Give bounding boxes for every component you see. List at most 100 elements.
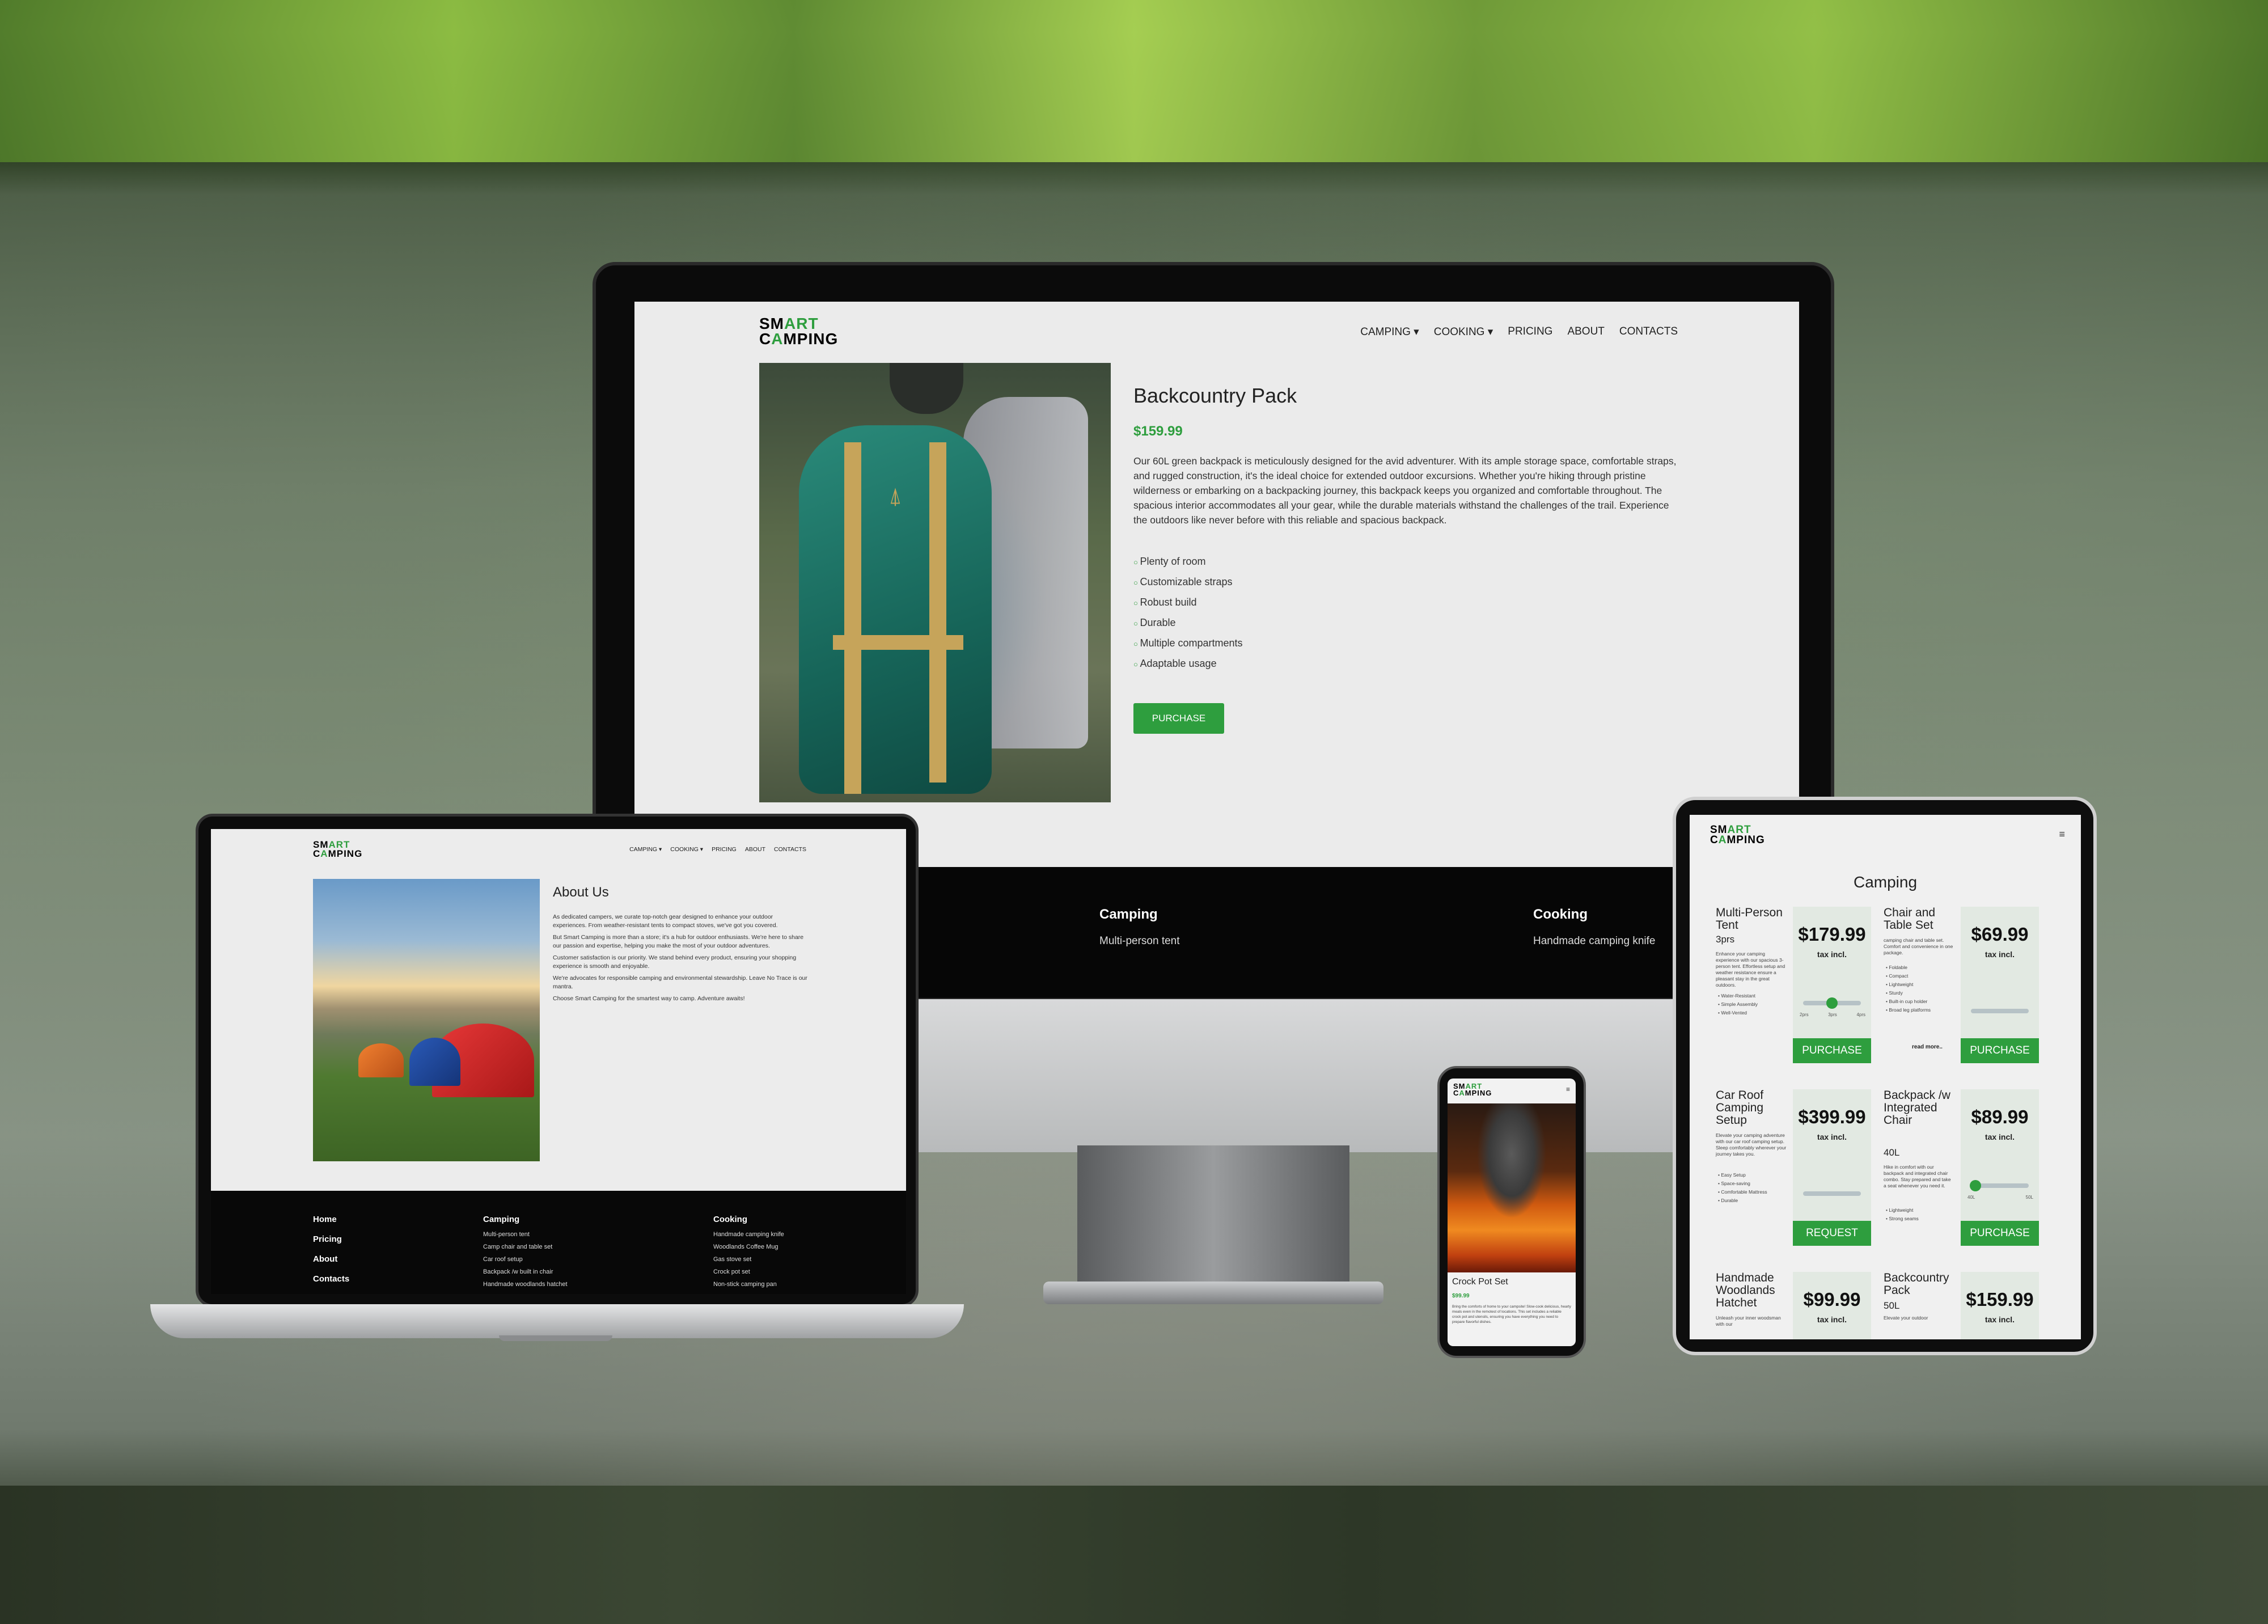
footer-link[interactable]: Multi-person tent xyxy=(1099,935,1180,948)
site-logo[interactable]: SMART CAMPING xyxy=(1453,1082,1492,1097)
card-price: $69.99 xyxy=(1971,924,2029,945)
card-feature: Simple Assembly xyxy=(1718,1000,1789,1009)
footer-link[interactable]: Car roof setup xyxy=(483,1256,568,1268)
tablet: SMART CAMPING ≡ Camping Multi-Person Ten… xyxy=(1673,797,2097,1355)
footer-link-pricing[interactable]: Pricing xyxy=(313,1234,349,1254)
card-feature: Well-Vented xyxy=(1718,1009,1789,1017)
size-slider[interactable] xyxy=(1803,1191,1861,1196)
footer-link[interactable]: Camp chair and table set xyxy=(483,1244,568,1256)
purchase-button[interactable]: PURCHASE xyxy=(1961,1038,2039,1063)
nav-about[interactable]: ABOUT xyxy=(1567,325,1604,339)
card-variant: 40L xyxy=(1884,1147,1900,1158)
feature-item: Customizable straps xyxy=(1133,576,1243,597)
product-card-multi-person-tent: Multi-Person Tent 3prs Enhance your camp… xyxy=(1710,907,1880,1077)
tablet-screen: SMART CAMPING ≡ Camping Multi-Person Ten… xyxy=(1690,815,2081,1339)
card-description: Elevate your outdoor xyxy=(1884,1315,1928,1321)
footer-link-about[interactable]: About xyxy=(313,1254,349,1274)
site-header: SMART CAMPING CAMPING ▾ COOKING ▾ PRICIN… xyxy=(313,838,806,861)
card-price-box: $399.99 tax incl. REQUEST xyxy=(1793,1089,1871,1246)
card-feature: Compact xyxy=(1886,972,1957,980)
size-slider[interactable] xyxy=(1803,997,1861,1009)
card-feature: Durable xyxy=(1718,1196,1789,1205)
nav-about[interactable]: ABOUT xyxy=(745,846,765,853)
card-name: Backpack /w Integrated Chair xyxy=(1884,1089,1950,1127)
feature-item: Multiple compartments xyxy=(1133,637,1242,658)
footer-link[interactable]: Handmade camping knife xyxy=(1533,935,1655,948)
footer-link[interactable]: Multi-person tent xyxy=(483,1231,568,1244)
nav-cooking[interactable]: COOKING ▾ xyxy=(670,846,703,853)
nav-pricing[interactable]: PRICING xyxy=(712,846,737,853)
size-slider[interactable] xyxy=(1971,1009,2029,1013)
slider-knob[interactable] xyxy=(1970,1180,1981,1191)
footer-link[interactable]: Non-stick camping pan xyxy=(713,1281,784,1293)
footer-cooking: Cooking Handmade camping knife xyxy=(1533,907,1655,948)
card-variant: 3prs xyxy=(1716,934,1735,945)
card-description: Enhance your camping experience with our… xyxy=(1716,951,1785,988)
feature-item: Plenty of room xyxy=(1133,556,1243,576)
card-price: $399.99 xyxy=(1798,1106,1866,1127)
footer-cooking: Cooking Handmade camping knife Woodlands… xyxy=(713,1215,784,1293)
card-feature: Lightweight xyxy=(1886,1206,1957,1215)
hamburger-menu-icon[interactable]: ≡ xyxy=(2059,828,2065,840)
footer-link-contacts[interactable]: Contacts xyxy=(313,1274,349,1294)
about-title: About Us xyxy=(553,885,609,900)
footer-link[interactable]: Crock pot set xyxy=(713,1268,784,1281)
card-feature: Built-in cup holder xyxy=(1886,997,1957,1006)
monitor-stand-base xyxy=(1043,1282,1383,1304)
slider-knob[interactable] xyxy=(1826,997,1838,1009)
card-feature: Space-saving xyxy=(1718,1179,1789,1188)
card-price-box: $179.99 tax incl. 2prs 3prs 4prs PURCHAS… xyxy=(1793,907,1871,1063)
category-title: Camping xyxy=(1853,873,1918,891)
purchase-button[interactable]: PURCHASE xyxy=(1961,1221,2039,1246)
footer-link[interactable]: Woodlands Coffee Mug xyxy=(713,1244,784,1256)
card-description: camping chair and table set. Comfort and… xyxy=(1884,937,1953,955)
card-feature: Foldable xyxy=(1886,963,1957,972)
laptop-notch xyxy=(499,1335,612,1341)
footer-link[interactable]: Handmade woodlands hatchet xyxy=(483,1281,568,1293)
request-button[interactable]: REQUEST xyxy=(1793,1221,1871,1246)
phone-screen: SMART CAMPING ≡ Crock Pot Set $99.99 Bri… xyxy=(1448,1079,1576,1346)
footer-camping-heading: Camping xyxy=(483,1215,520,1224)
product-card-car-roof-setup: Car Roof Camping Setup Elevate your camp… xyxy=(1710,1089,1880,1259)
product-card-woodlands-hatchet: Handmade Woodlands Hatchet Unleash your … xyxy=(1710,1272,1880,1339)
footer-link-home[interactable]: Home xyxy=(313,1215,349,1234)
footer-link[interactable]: Gas stove set xyxy=(713,1256,784,1268)
card-feature: Sturdy xyxy=(1886,989,1957,997)
card-description: Unleash your inner woodsman with our xyxy=(1716,1315,1781,1327)
card-feature: Broad leg platforms xyxy=(1886,1006,1957,1014)
main-nav: CAMPING ▾ COOKING ▾ PRICING ABOUT CONTAC… xyxy=(1360,325,1678,339)
nav-contacts[interactable]: CONTACTS xyxy=(1619,325,1678,339)
site-logo[interactable]: SMART CAMPING xyxy=(759,316,838,347)
card-price-box: $99.99 tax incl. xyxy=(1793,1272,1871,1339)
slider-label: 50L xyxy=(2025,1195,2033,1200)
feature-item: Robust build xyxy=(1133,597,1243,617)
card-name: Backcountry Pack xyxy=(1884,1271,1949,1297)
size-slider[interactable] xyxy=(1970,1180,2029,1191)
purchase-button[interactable]: PURCHASE xyxy=(1133,703,1224,734)
site-logo[interactable]: SMART CAMPING xyxy=(1710,824,1765,845)
hamburger-menu-icon[interactable]: ≡ xyxy=(1566,1085,1570,1093)
card-tax-note: tax incl. xyxy=(1984,950,2015,959)
nav-camping[interactable]: CAMPING ▾ xyxy=(629,846,662,853)
slider-labels: 40L 50L xyxy=(1967,1195,2033,1200)
feature-item: Adaptable usage xyxy=(1133,658,1243,678)
nav-pricing[interactable]: PRICING xyxy=(1508,325,1552,339)
laptop-screen: SMART CAMPING CAMPING ▾ COOKING ▾ PRICIN… xyxy=(211,829,906,1294)
about-paragraph: But Smart Camping is more than a store; … xyxy=(553,934,804,949)
nav-camping[interactable]: CAMPING ▾ xyxy=(1360,325,1419,339)
card-feature: Water-Resistant xyxy=(1718,992,1789,1000)
product-card-backpack-chair: Backpack /w Integrated Chair 40L Hike in… xyxy=(1878,1089,2048,1259)
nav-cooking[interactable]: COOKING ▾ xyxy=(1434,325,1493,339)
site-logo[interactable]: SMART CAMPING xyxy=(313,840,362,858)
footer-link[interactable]: Handmade camping knife xyxy=(713,1231,784,1244)
slider-label: 2prs xyxy=(1800,1012,1809,1017)
card-variant: 50L xyxy=(1884,1300,1900,1311)
about-image-tents xyxy=(313,879,540,1161)
card-price-box: $89.99 tax incl. 40L 50L PURCHASE xyxy=(1961,1089,2039,1246)
brand-emblem-icon: ⍋ xyxy=(888,484,902,509)
nav-contacts[interactable]: CONTACTS xyxy=(774,846,806,853)
read-more-link[interactable]: read more.. xyxy=(1912,1044,1943,1050)
product-image-backpack: ⍋ xyxy=(759,363,1111,802)
footer-link[interactable]: Backpack /w built in chair xyxy=(483,1268,568,1281)
purchase-button[interactable]: PURCHASE xyxy=(1793,1038,1871,1063)
